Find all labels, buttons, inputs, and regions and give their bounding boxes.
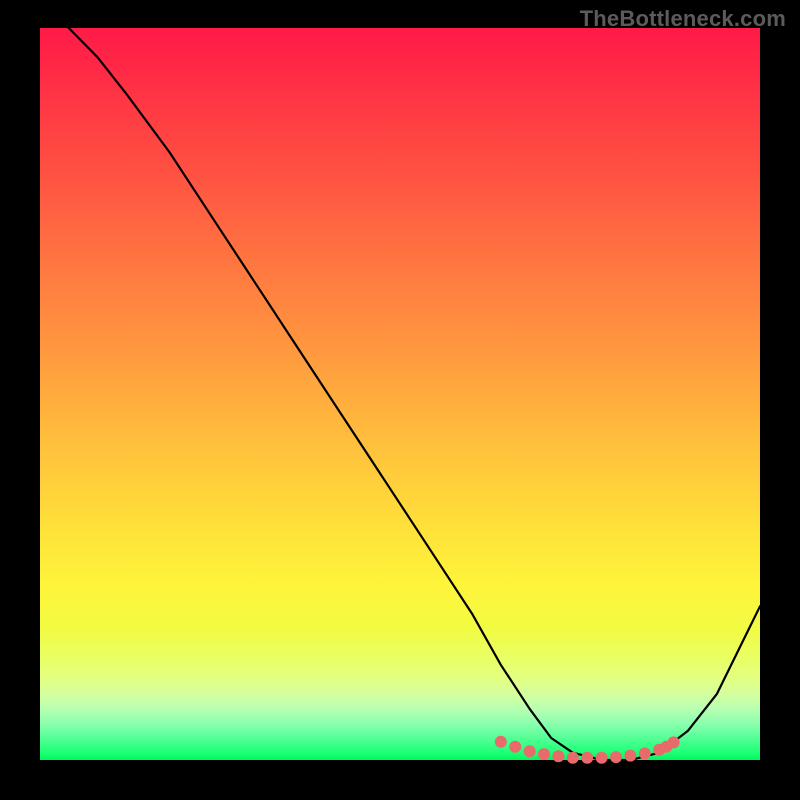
chart-svg <box>40 28 760 760</box>
chart-frame: TheBottleneck.com <box>0 0 800 800</box>
marker-dot <box>552 750 564 762</box>
marker-dot <box>524 745 536 757</box>
marker-dot <box>567 752 579 764</box>
marker-dot <box>538 748 550 760</box>
marker-dot <box>596 752 608 764</box>
marker-group <box>495 736 680 764</box>
curve-line <box>69 28 760 760</box>
marker-dot <box>639 747 651 759</box>
marker-dot <box>581 752 593 764</box>
marker-dot <box>509 741 521 753</box>
marker-dot <box>624 750 636 762</box>
marker-dot <box>495 736 507 748</box>
marker-dot <box>668 736 680 748</box>
plot-area <box>40 28 760 760</box>
marker-dot <box>610 751 622 763</box>
